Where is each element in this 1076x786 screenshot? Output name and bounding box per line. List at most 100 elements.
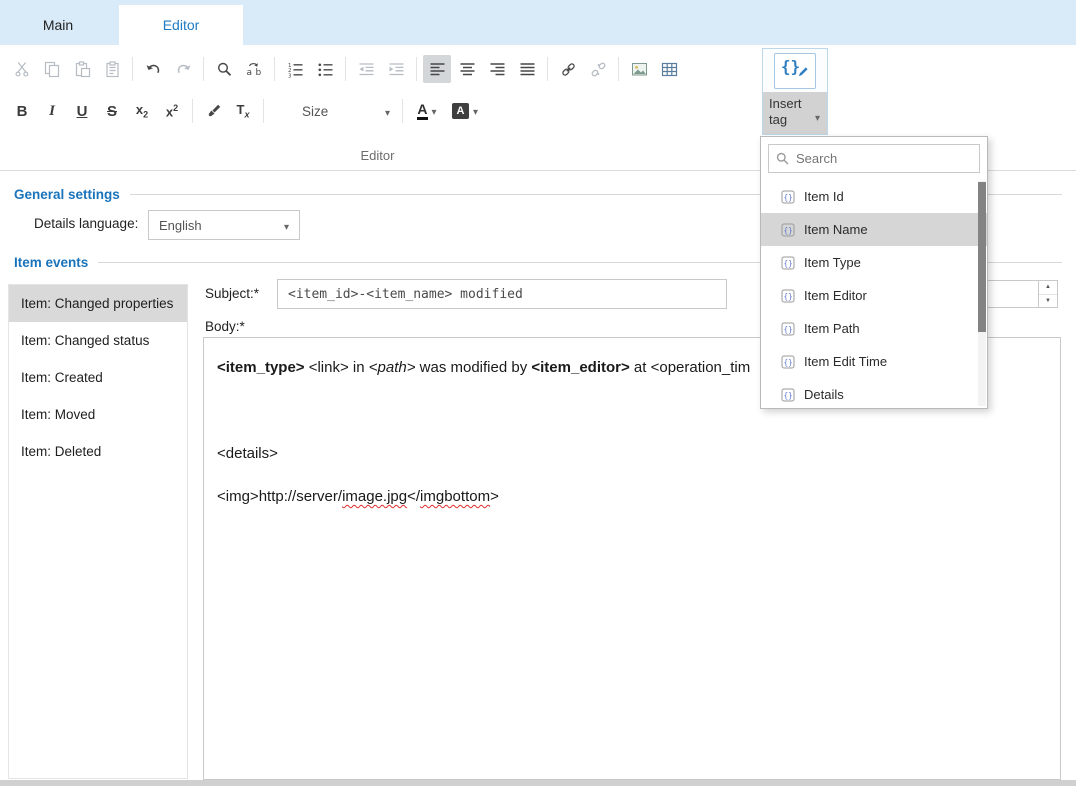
bold-button[interactable]: B	[8, 97, 36, 125]
tag-icon: {}	[781, 223, 795, 237]
remove-link-button[interactable]	[584, 55, 612, 83]
svg-text:{}: {}	[784, 193, 793, 202]
replace-icon: ab	[246, 61, 263, 78]
background-color-button[interactable]: A	[447, 97, 483, 125]
redo-button[interactable]	[169, 55, 197, 83]
tab-main[interactable]: Main	[18, 5, 98, 45]
svg-text:3: 3	[288, 73, 292, 78]
insert-tag-icon: {}	[774, 53, 816, 89]
superscript-button[interactable]: x2	[158, 97, 186, 125]
unlink-icon	[590, 61, 607, 78]
copy-formatting-button[interactable]	[199, 97, 227, 125]
tag-option-item-name[interactable]: {} Item Name	[761, 213, 987, 246]
replace-button[interactable]: ab	[240, 55, 268, 83]
body-text-segment: >	[490, 488, 499, 505]
align-right-icon	[489, 61, 506, 78]
toolbar-separator	[274, 57, 275, 81]
text-color-icon: A	[417, 102, 427, 120]
details-language-label: Details language:	[34, 216, 138, 231]
numbered-list-button[interactable]: 123	[281, 55, 309, 83]
number-stepper[interactable]	[985, 280, 1058, 308]
horizontal-scrollbar[interactable]	[0, 780, 1076, 786]
undo-button[interactable]	[139, 55, 167, 83]
stepper-up-button[interactable]	[1039, 281, 1057, 294]
tag-option-details[interactable]: {} Details	[761, 378, 987, 411]
svg-text:{}: {}	[784, 292, 793, 301]
strikethrough-button[interactable]: S	[98, 97, 126, 125]
cut-button[interactable]	[8, 55, 36, 83]
insert-image-button[interactable]	[625, 55, 653, 83]
tag-option-item-editor[interactable]: {} Item Editor	[761, 279, 987, 312]
subject-label: Subject:*	[205, 286, 259, 301]
insert-tag-button[interactable]: {} Insert tag	[762, 48, 828, 135]
paste-button[interactable]	[68, 55, 96, 83]
paste-from-word-button[interactable]	[98, 55, 126, 83]
event-item-changed-properties[interactable]: Item: Changed properties	[9, 285, 187, 322]
copy-icon	[44, 61, 61, 78]
details-language-select[interactable]: English	[148, 210, 300, 240]
tag-option-item-edit-time[interactable]: {} Item Edit Time	[761, 345, 987, 378]
insert-link-button[interactable]	[554, 55, 582, 83]
toolbar-separator	[547, 57, 548, 81]
toolbar-separator	[203, 57, 204, 81]
tag-icon: {}	[781, 190, 795, 204]
find-button[interactable]	[210, 55, 238, 83]
event-item-created[interactable]: Item: Created	[9, 359, 187, 396]
increase-indent-button[interactable]	[382, 55, 410, 83]
cut-icon	[14, 61, 31, 78]
tag-icon: {}	[781, 322, 795, 336]
paste-from-word-icon	[104, 61, 121, 78]
bullet-list-button[interactable]	[311, 55, 339, 83]
body-paragraph: <details>	[217, 444, 1047, 463]
toolbar-separator	[618, 57, 619, 81]
stepper-down-button[interactable]	[1039, 294, 1057, 308]
undo-icon	[145, 61, 162, 78]
text-color-button[interactable]: A	[409, 97, 445, 125]
bullet-list-icon	[317, 61, 334, 78]
body-text-segment: <path>	[369, 359, 416, 376]
tag-option-item-type[interactable]: {} Item Type	[761, 246, 987, 279]
remove-format-icon: Tx	[237, 102, 250, 120]
dropdown-scrollbar[interactable]	[978, 181, 986, 406]
scrollbar-thumb[interactable]	[978, 182, 986, 332]
event-item-deleted[interactable]: Item: Deleted	[9, 433, 187, 470]
event-list: Item: Changed properties Item: Changed s…	[8, 284, 188, 779]
align-left-button[interactable]	[423, 55, 451, 83]
tag-search-input[interactable]	[768, 144, 980, 173]
insert-table-button[interactable]	[655, 55, 683, 83]
italic-button[interactable]: I	[38, 97, 66, 125]
decrease-indent-button[interactable]	[352, 55, 380, 83]
remove-format-button[interactable]: Tx	[229, 97, 257, 125]
increase-indent-icon	[388, 61, 405, 78]
toolbar-row-2: B I U S x2 x2	[8, 97, 483, 125]
toolbar-separator	[192, 99, 193, 123]
svg-text:{}: {}	[784, 358, 793, 367]
toolbar-separator	[416, 57, 417, 81]
body-text-segment: <item_editor>	[531, 359, 629, 376]
svg-text:{}: {}	[784, 226, 793, 235]
tab-main-label: Main	[43, 17, 73, 33]
copy-button[interactable]	[38, 55, 66, 83]
justify-button[interactable]	[513, 55, 541, 83]
align-left-icon	[429, 61, 446, 78]
event-item-moved[interactable]: Item: Moved	[9, 396, 187, 433]
body-text-segment: at <operation_tim	[630, 359, 751, 376]
event-item-changed-status[interactable]: Item: Changed status	[9, 322, 187, 359]
toolbar-separator	[345, 57, 346, 81]
align-right-button[interactable]	[483, 55, 511, 83]
font-size-select[interactable]: Size	[296, 98, 396, 124]
tag-option-item-id[interactable]: {} Item Id	[761, 180, 987, 213]
subject-input[interactable]	[277, 279, 727, 309]
background-color-icon: A	[452, 103, 469, 119]
underline-icon: U	[77, 103, 88, 120]
tag-option-item-path[interactable]: {} Item Path	[761, 312, 987, 345]
subscript-button[interactable]: x2	[128, 97, 156, 125]
body-text-segment: <item_type>	[217, 359, 305, 376]
link-icon	[560, 61, 577, 78]
underline-button[interactable]: U	[68, 97, 96, 125]
align-center-button[interactable]	[453, 55, 481, 83]
chevron-down-icon	[473, 102, 478, 120]
tab-editor[interactable]: Editor	[119, 5, 243, 45]
strikethrough-icon: S	[107, 103, 117, 120]
bold-icon: B	[17, 103, 28, 120]
